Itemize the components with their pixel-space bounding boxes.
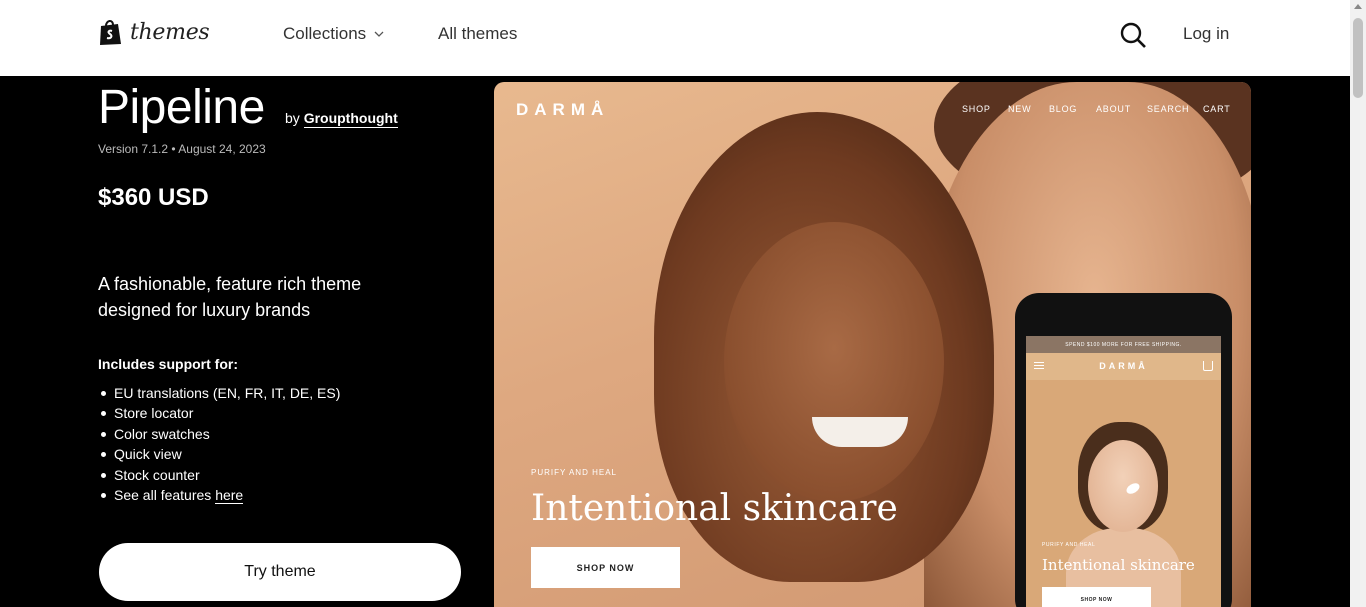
search-icon[interactable] [1119,21,1147,49]
preview-brand-logo: DARMÅ [516,100,610,119]
mobile-brand-logo: DARMÅ [1099,361,1148,371]
by-prefix: by [285,110,300,126]
preview-nav-search: SEARCH [1147,104,1190,114]
feature-list: EU translations (EN, FR, IT, DE, ES) Sto… [98,383,340,505]
preview-photo-model-face [724,222,944,502]
feature-item: EU translations (EN, FR, IT, DE, ES) [98,383,340,403]
preview-nav-shop: SHOP [962,104,991,114]
feature-item: Color swatches [98,424,340,444]
try-theme-button[interactable]: Try theme [99,543,461,601]
version-info: Version 7.1.2 • August 24, 2023 [98,142,266,156]
theme-price: $360 USD [98,184,209,211]
preview-photo-smile [812,417,908,447]
see-all-prefix: See all features [114,486,212,503]
nav-collections-label: Collections [283,24,367,43]
theme-author-line: by Groupthought [285,110,398,128]
shopify-bag-icon [100,20,121,45]
logo-text: themes [130,19,210,45]
release-date: August 24, 2023 [178,142,266,156]
see-all-features-link[interactable]: here [215,486,244,504]
version-label: Version 7.1.2 [98,142,169,156]
mobile-preview-mockup: SPEND $100 MORE FOR FREE SHIPPING. DARMÅ… [1015,293,1232,607]
feature-item: Stock counter [98,465,340,485]
preview-hero-title: Intentional skincare [531,488,898,529]
login-link[interactable]: Log in [1183,24,1229,44]
theme-tagline: A fashionable, feature rich theme design… [98,274,362,320]
author-link[interactable]: Groupthought [303,110,398,128]
mobile-promo-bar: SPEND $100 MORE FOR FREE SHIPPING. [1026,336,1221,353]
mobile-shop-now-button: SHOP NOW [1042,587,1151,607]
mobile-hero-subtitle: PURIFY AND HEAL [1042,542,1096,548]
feature-item-see-all: See all features here [98,485,340,505]
mobile-cart-icon [1203,361,1213,371]
feature-item: Store locator [98,403,340,423]
mobile-hero-title: Intentional skincare [1042,556,1195,574]
mobile-photo-face [1088,440,1158,532]
shopify-themes-logo[interactable]: themes [98,18,210,46]
preview-shop-now-button: SHOP NOW [531,547,680,588]
page-scrollbar[interactable] [1350,0,1366,607]
preview-hero-subtitle: PURIFY AND HEAL [531,468,617,477]
feature-item: Quick view [98,444,340,464]
chevron-down-icon [374,31,384,37]
preview-nav-new: NEW [1008,104,1032,114]
mobile-preview-screen: SPEND $100 MORE FOR FREE SHIPPING. DARMÅ… [1026,336,1221,607]
preview-nav-cart: CART [1203,104,1231,114]
theme-title: Pipeline [98,81,265,134]
preview-nav-about: ABOUT [1096,104,1132,114]
top-header: themes Collections All themes Log in [0,0,1350,76]
preview-nav-blog: BLOG [1049,104,1078,114]
nav-collections[interactable]: Collections [283,24,384,44]
includes-heading: Includes support for: [98,356,238,372]
scrollbar-thumb[interactable] [1353,18,1363,98]
scroll-up-arrow-icon[interactable] [1354,4,1362,9]
nav-all-themes[interactable]: All themes [438,24,517,44]
